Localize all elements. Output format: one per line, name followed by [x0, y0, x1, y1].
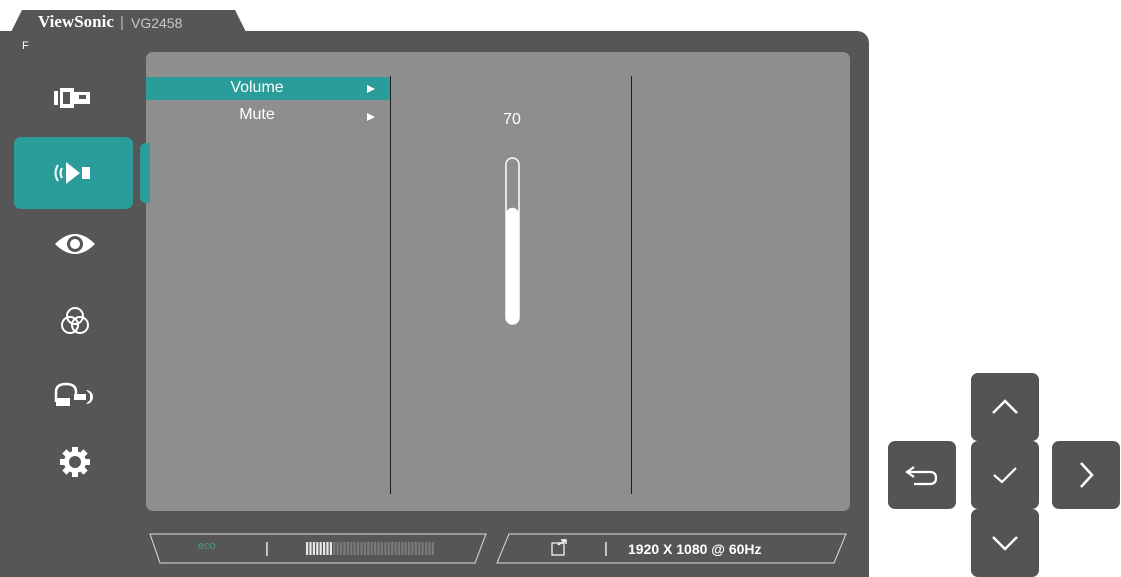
status-separator: |: [265, 540, 269, 557]
eco-meter-segment: [346, 542, 349, 555]
eco-meter-segment: [431, 542, 434, 555]
chevron-up-icon: [992, 399, 1018, 414]
chevron-right-icon: [1080, 462, 1094, 488]
eco-meter-segment: [387, 542, 390, 555]
confirm-button[interactable]: [971, 441, 1039, 509]
eye-icon[interactable]: [50, 226, 100, 262]
eco-meter-segment: [384, 542, 387, 555]
eco-meter-segment: [323, 542, 326, 555]
eco-meter-segment: [421, 542, 424, 555]
menu-item-label: Volume: [230, 79, 284, 96]
eco-meter-segment: [309, 542, 312, 555]
eco-meter-segment: [326, 542, 329, 555]
eco-meter-segment: [370, 542, 373, 555]
eco-meter-segment: [340, 542, 343, 555]
eco-meter-segment: [312, 542, 315, 555]
eco-meter-segment: [411, 542, 414, 555]
eco-meter-segment: [401, 542, 404, 555]
eco-meter-segment: [319, 542, 322, 555]
column-divider: [631, 76, 632, 494]
eco-meter-segment: [428, 542, 431, 555]
eco-meter-segment: [374, 542, 377, 555]
eco-meter-segment: [380, 542, 383, 555]
resolution-readout: 1920 X 1080 @ 60Hz: [628, 541, 762, 557]
eco-meter-segment: [357, 542, 360, 555]
eco-meter-segment: [397, 542, 400, 555]
volume-slider[interactable]: [505, 157, 520, 325]
input-select-icon[interactable]: [50, 80, 100, 116]
eco-meter-segment: [394, 542, 397, 555]
eco-meter-segment: [367, 542, 370, 555]
corner-label: F: [22, 40, 29, 52]
eco-meter-segment: [306, 542, 309, 555]
eco-meter-segment: [336, 542, 339, 555]
eco-meter-segment: [414, 542, 417, 555]
eco-meter-segment: [363, 542, 366, 555]
submenu-arrow-icon: [367, 113, 375, 121]
manual-adjust-icon[interactable]: [50, 376, 100, 412]
down-button[interactable]: [971, 509, 1039, 577]
eco-mode-icon: eco: [198, 540, 216, 552]
eco-meter-segment: [343, 542, 346, 555]
return-arrow-icon: [905, 466, 938, 486]
volume-slider-fill: [506, 207, 519, 324]
submenu-arrow-icon: [367, 85, 375, 93]
eco-meter-segment: [316, 542, 319, 555]
header-separator: |: [120, 14, 124, 31]
status-separator: |: [604, 540, 608, 557]
menu-item-label: Mute: [239, 106, 275, 123]
eco-meter-segment: [360, 542, 363, 555]
menu-item-mute[interactable]: Mute: [146, 104, 390, 127]
eco-meter-segment: [425, 542, 428, 555]
column-divider: [390, 76, 391, 494]
back-button[interactable]: [888, 441, 956, 509]
eco-meter-segment: [418, 542, 421, 555]
eco-meter-segment: [377, 542, 380, 555]
right-button[interactable]: [1052, 441, 1120, 509]
eco-meter-segment: [350, 542, 353, 555]
external-link-icon: [551, 539, 567, 556]
audio-icon[interactable]: [50, 155, 100, 191]
menu-item-volume[interactable]: Volume: [146, 77, 390, 100]
model-name: VG2458: [131, 15, 183, 31]
eco-meter-segment: [404, 542, 407, 555]
up-button[interactable]: [971, 373, 1039, 441]
brand-logo: ViewSonic: [38, 12, 114, 31]
volume-value: 70: [503, 111, 521, 128]
check-icon: [993, 467, 1017, 484]
sidebar-selection-tab: [140, 143, 150, 203]
setup-gear-icon[interactable]: [50, 444, 100, 480]
eco-meter-segment: [333, 542, 336, 555]
eco-meter-segment: [408, 542, 411, 555]
eco-meter-segment: [353, 542, 356, 555]
chevron-down-icon: [992, 536, 1018, 551]
eco-level-meter: [306, 542, 434, 555]
eco-meter-segment: [391, 542, 394, 555]
eco-meter-segment: [329, 542, 332, 555]
color-adjust-icon[interactable]: [50, 303, 100, 339]
